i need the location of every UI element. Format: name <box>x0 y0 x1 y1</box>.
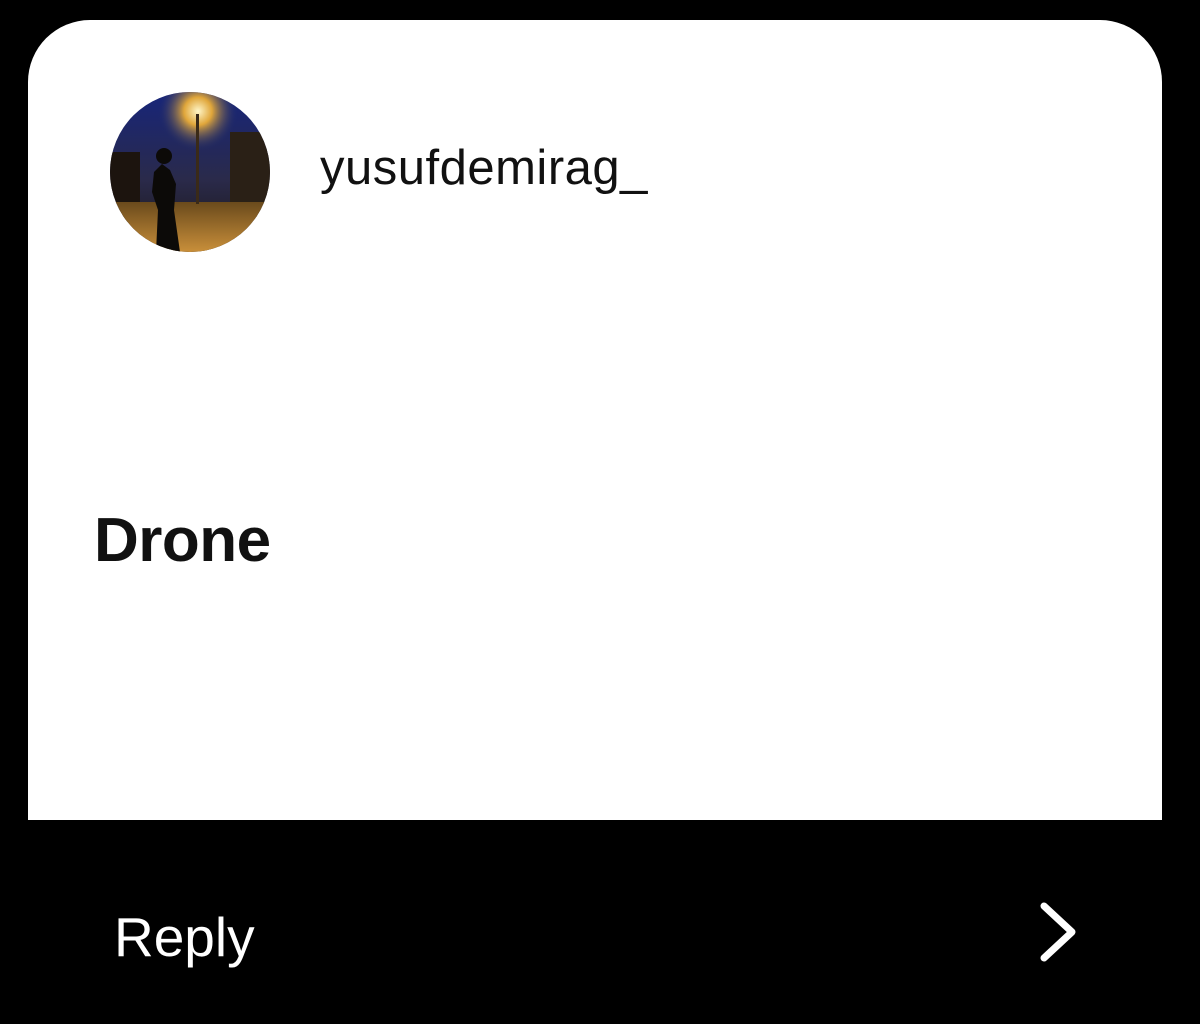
story-reply-screen: yusufdemirag_ Drone Reply <box>0 0 1200 1024</box>
username[interactable]: yusufdemirag_ <box>320 143 648 193</box>
message-card: yusufdemirag_ Drone <box>28 20 1162 820</box>
author-header[interactable]: yusufdemirag_ <box>110 92 648 252</box>
avatar-photo <box>110 92 270 252</box>
avatar[interactable] <box>110 92 270 252</box>
reply-button[interactable]: Reply <box>114 910 255 965</box>
message-text: Drone <box>94 506 271 575</box>
chevron-right-icon[interactable] <box>1032 900 1088 964</box>
